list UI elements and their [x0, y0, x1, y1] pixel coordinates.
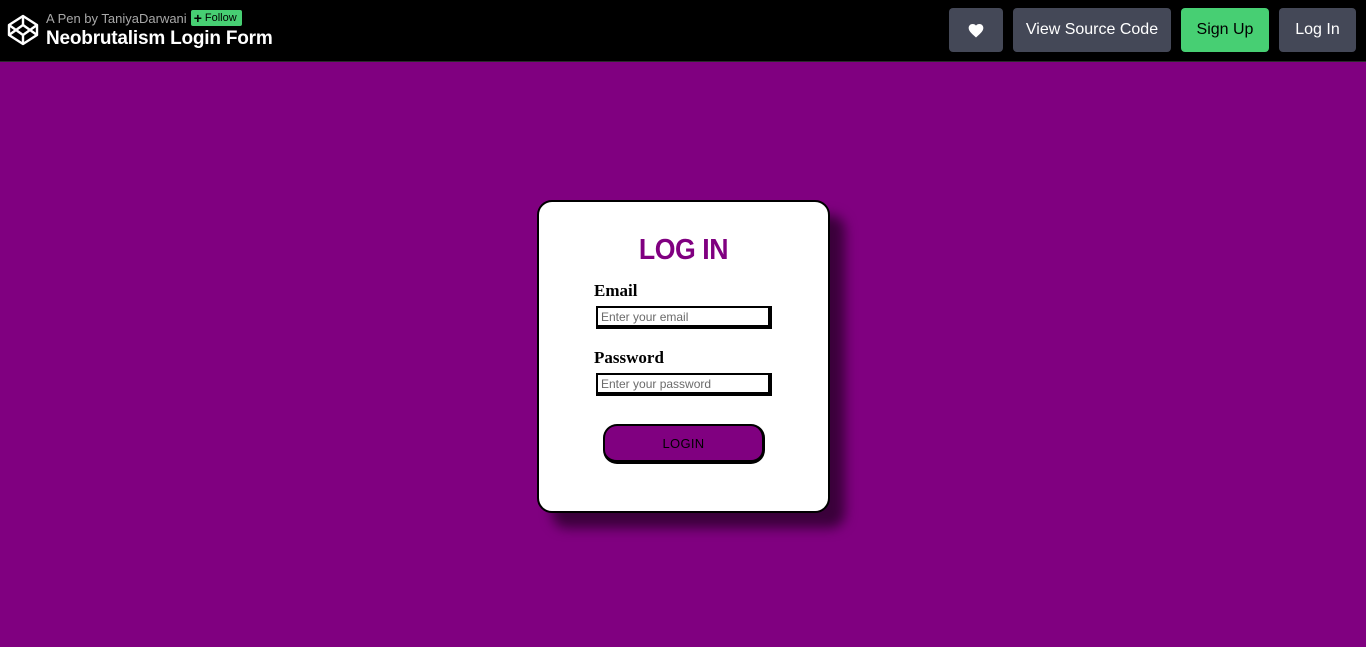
email-label: Email: [594, 281, 638, 300]
plus-icon: +: [193, 10, 202, 26]
pen-author[interactable]: A Pen by TaniyaDarwani: [46, 11, 187, 26]
follow-button[interactable]: + Follow: [190, 10, 242, 26]
heart-icon: [968, 23, 984, 37]
pen-author-line: A Pen by TaniyaDarwani + Follow: [46, 10, 242, 26]
top-bar: A Pen by TaniyaDarwani + Follow Neobruta…: [0, 0, 1366, 62]
password-field[interactable]: [596, 373, 772, 396]
form-title: LOG IN: [638, 234, 729, 266]
header-log-in-button[interactable]: Log In: [1279, 8, 1356, 52]
view-source-button[interactable]: View Source Code: [1013, 8, 1171, 52]
sign-up-button[interactable]: Sign Up: [1181, 8, 1269, 52]
follow-label: Follow: [204, 12, 237, 24]
password-label: Password: [594, 348, 664, 367]
codepen-logo-icon[interactable]: [7, 14, 39, 46]
like-button[interactable]: [949, 8, 1003, 52]
pen-title: Neobrutalism Login Form: [46, 28, 273, 49]
login-submit-button[interactable]: LOGIN: [603, 424, 765, 464]
email-field[interactable]: [596, 306, 772, 329]
login-card: LOG IN Email Password LOGIN: [537, 200, 830, 513]
